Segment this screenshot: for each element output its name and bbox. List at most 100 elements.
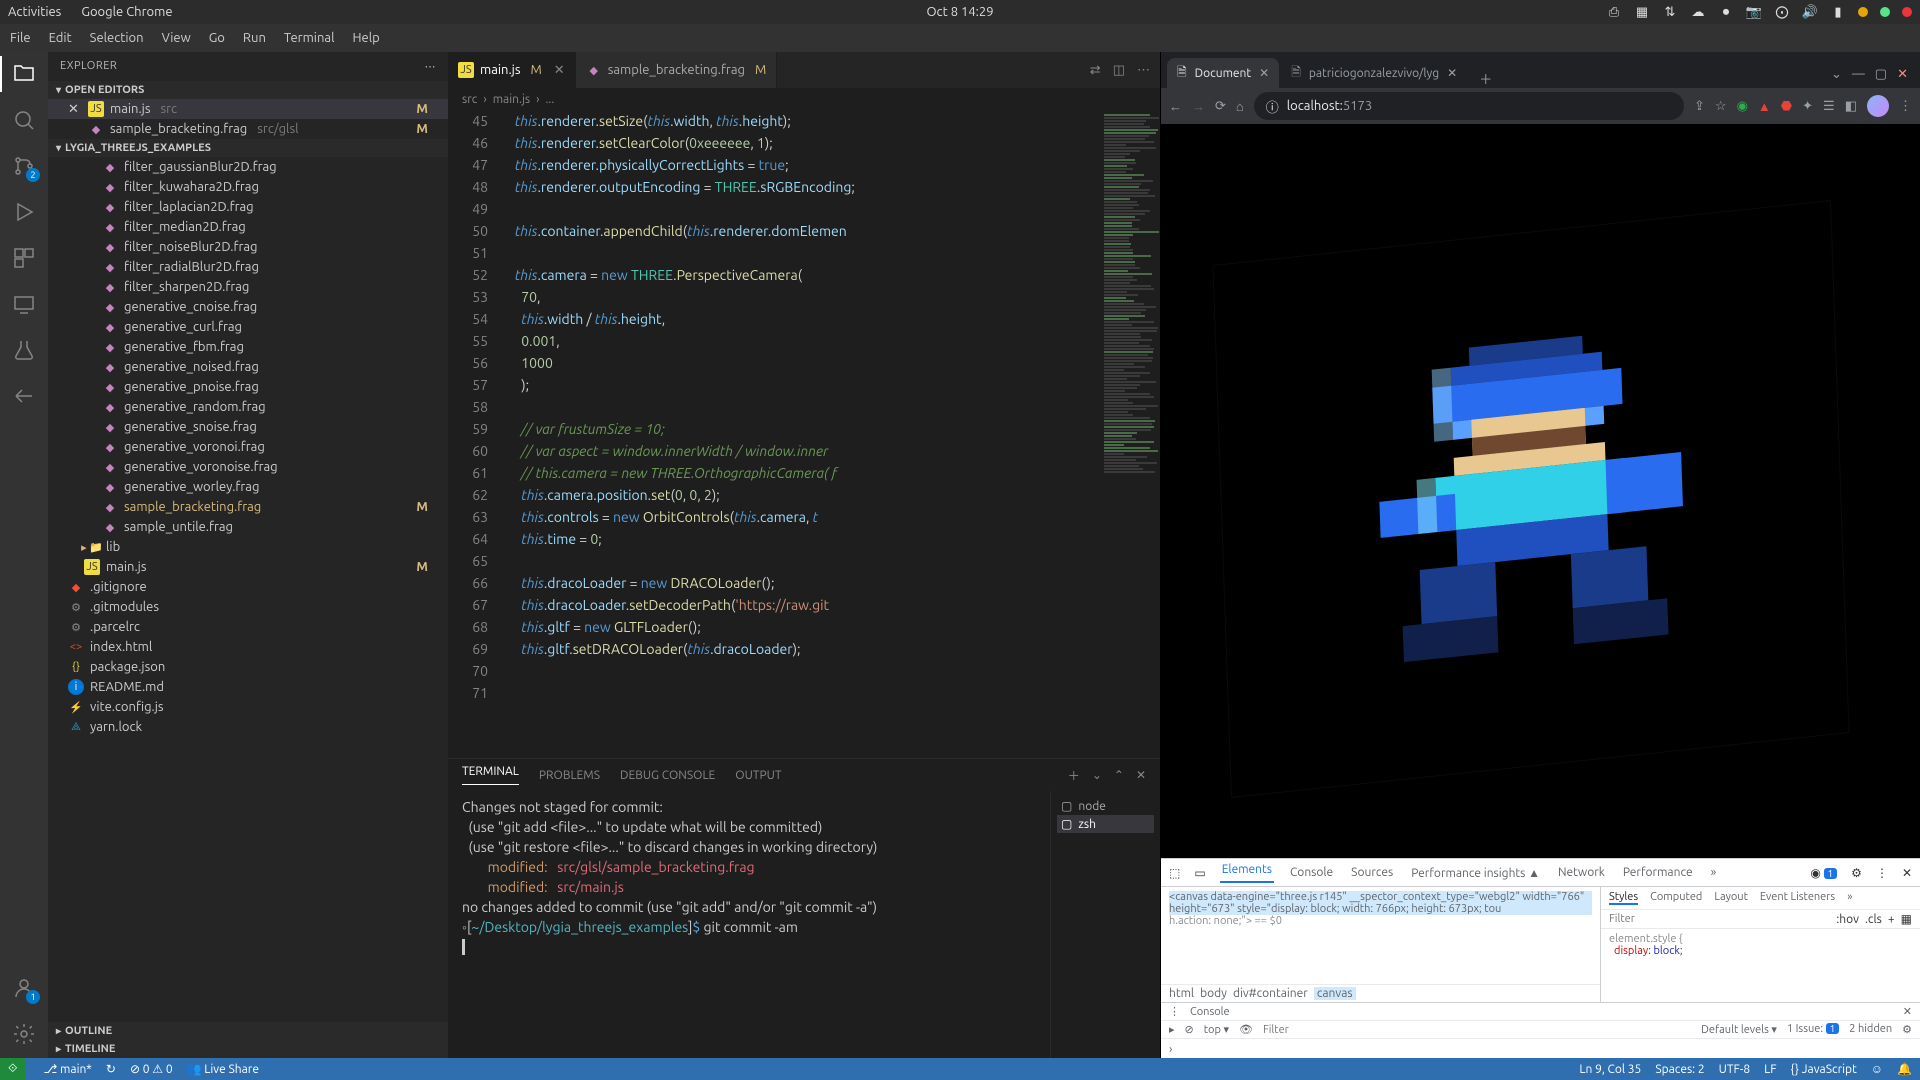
page-viewport[interactable]	[1161, 124, 1920, 858]
tray-icon[interactable]: ▦	[1634, 4, 1650, 20]
console-context[interactable]: top ▾	[1204, 1023, 1229, 1036]
file-tree-item[interactable]: ◆generative_cnoise.frag	[48, 297, 448, 317]
bookmark-icon[interactable]: ☆	[1715, 99, 1727, 114]
testing-icon[interactable]	[10, 336, 38, 364]
file-tree-item[interactable]: ▸ 📁lib	[48, 537, 448, 557]
devtools-tab[interactable]: Console	[1288, 866, 1335, 879]
reading-list-icon[interactable]: ☰	[1823, 99, 1835, 114]
console-close-icon[interactable]: ✕	[1903, 1005, 1912, 1018]
file-tree-item[interactable]: ◆generative_fbm.frag	[48, 337, 448, 357]
log-levels[interactable]: Default levels ▾	[1701, 1023, 1777, 1036]
dom-crumb[interactable]: body	[1200, 987, 1227, 1000]
language-mode[interactable]: {} JavaScript	[1791, 1063, 1857, 1076]
forward-button[interactable]: →	[1192, 99, 1205, 114]
file-tree-item[interactable]: ◆generative_curl.frag	[48, 317, 448, 337]
profile-avatar[interactable]	[1867, 95, 1889, 117]
breadcrumb-segment[interactable]: src	[462, 93, 477, 106]
sync-icon[interactable]: ↻	[106, 1062, 116, 1076]
menu-help[interactable]: Help	[352, 31, 379, 45]
styles-tab[interactable]: Computed	[1650, 891, 1702, 905]
window-close-icon[interactable]	[1902, 7, 1912, 17]
close-tab-icon[interactable]: ✕	[554, 63, 565, 78]
tray-icon[interactable]: ⎙	[1606, 4, 1622, 20]
remote-icon[interactable]	[10, 290, 38, 318]
file-tree-item[interactable]: ◆generative_pnoise.frag	[48, 377, 448, 397]
extensions-icon[interactable]: ✦	[1802, 99, 1813, 114]
timeline-header[interactable]: ▸TIMELINE	[48, 1040, 448, 1058]
file-tree-item[interactable]: ◆sample_untile.frag	[48, 517, 448, 537]
close-icon[interactable]: ✕	[68, 102, 82, 117]
devtools-tab[interactable]: Network	[1556, 866, 1607, 879]
file-tree-item[interactable]: ◆filter_radialBlur2D.frag	[48, 257, 448, 277]
editor-tab[interactable]: JSmain.jsM✕	[448, 52, 576, 88]
home-button[interactable]: ⌂	[1236, 99, 1244, 114]
tray-icon[interactable]: ⇅	[1662, 4, 1678, 20]
styles-tab[interactable]: Styles	[1609, 891, 1638, 905]
maximize-icon[interactable]: ▢	[1875, 67, 1887, 82]
eol[interactable]: LF	[1764, 1063, 1776, 1076]
new-tab-button[interactable]: ＋	[1469, 69, 1502, 88]
menu-selection[interactable]: Selection	[90, 31, 144, 45]
terminal-list-item[interactable]: ▢ node	[1057, 797, 1154, 815]
file-tree-item[interactable]: ◆filter_sharpen2D.frag	[48, 277, 448, 297]
liveshare-icon[interactable]	[10, 382, 38, 410]
file-tree-item[interactable]: ◆generative_snoise.frag	[48, 417, 448, 437]
file-tree-item[interactable]: ◆generative_worley.frag	[48, 477, 448, 497]
share-icon[interactable]: ⇪	[1694, 99, 1705, 114]
camera-icon[interactable]: 📷	[1746, 4, 1762, 20]
styles-tab[interactable]: Event Listeners	[1760, 891, 1835, 905]
devtools-more-icon[interactable]: ⋮	[1876, 866, 1888, 880]
close-icon[interactable]: ✕	[1897, 67, 1908, 82]
terminal-output[interactable]: Changes not staged for commit: (use "git…	[448, 791, 1050, 1058]
more-icon[interactable]: ⋯	[425, 60, 437, 73]
ext-icon[interactable]: ▲	[1758, 99, 1771, 114]
cursor-position[interactable]: Ln 9, Col 35	[1579, 1063, 1641, 1076]
file-tree-item[interactable]: ⟁yarn.lock	[48, 717, 448, 737]
console-eye-icon[interactable]: 👁	[1239, 1023, 1253, 1036]
notifications-icon[interactable]: 🔔	[1897, 1062, 1912, 1076]
styles-filter-input[interactable]	[1609, 913, 1830, 925]
menu-edit[interactable]: Edit	[49, 31, 72, 45]
styles-overflow[interactable]: »	[1847, 891, 1852, 905]
file-tree-item[interactable]: ◆generative_voronoi.frag	[48, 437, 448, 457]
search-icon[interactable]	[10, 106, 38, 134]
file-tree-item[interactable]: ◆filter_median2D.frag	[48, 217, 448, 237]
close-panel-icon[interactable]: ✕	[1136, 768, 1146, 782]
cls-toggle[interactable]: .cls	[1865, 913, 1882, 926]
chrome-menu-icon[interactable]: ⋮	[1899, 99, 1912, 114]
style-rule[interactable]: element.style { display: block;	[1601, 929, 1920, 961]
file-tree-item[interactable]: ⚡vite.config.js	[48, 697, 448, 717]
browser-tab[interactable]: 🗎Document✕	[1167, 58, 1279, 88]
wifi-icon[interactable]: ⨀	[1774, 4, 1790, 20]
more-icon[interactable]: ⋯	[1137, 63, 1150, 78]
file-tree-item[interactable]: ◆sample_bracketing.fragM	[48, 497, 448, 517]
source-control-icon[interactable]: 2	[10, 152, 38, 180]
compare-icon[interactable]: ⇄	[1090, 63, 1101, 78]
panel-tab[interactable]: PROBLEMS	[539, 769, 600, 782]
system-tray[interactable]: ⎙ ▦ ⇅ ☁ ⏺ 📷 ⨀ 🔊 ▮	[1606, 4, 1912, 20]
new-terminal-icon[interactable]: ＋	[1068, 767, 1080, 784]
app-menu[interactable]: Google Chrome	[81, 5, 172, 19]
console-tab[interactable]: Console	[1190, 1006, 1230, 1018]
devtools-close-icon[interactable]: ✕	[1902, 866, 1912, 880]
maximize-panel-icon[interactable]: ⌃	[1114, 768, 1124, 782]
encoding[interactable]: UTF-8	[1719, 1063, 1750, 1076]
file-tree-item[interactable]: ◆generative_random.frag	[48, 397, 448, 417]
menu-run[interactable]: Run	[243, 31, 266, 45]
panel-tab[interactable]: OUTPUT	[735, 769, 781, 782]
dom-crumb[interactable]: div#container	[1233, 987, 1308, 1000]
open-editor-item[interactable]: ◆sample_bracketing.fragsrc/glslM	[48, 119, 448, 139]
terminal-list[interactable]: ▢ node▢ zsh	[1050, 791, 1160, 1058]
tray-icon[interactable]: ⏺	[1718, 4, 1734, 20]
dom-crumb[interactable]: html	[1169, 987, 1194, 1000]
file-tree-item[interactable]: ◆filter_laplacian2D.frag	[48, 197, 448, 217]
styles-tab[interactable]: Layout	[1714, 891, 1748, 905]
sidepanel-icon[interactable]: ◧	[1845, 99, 1857, 114]
editor-tab[interactable]: ◆sample_bracketing.fragM	[576, 52, 778, 88]
address-bar[interactable]: ⓘ localhost:5173	[1254, 92, 1684, 120]
remote-indicator[interactable]: ⟐	[0, 1058, 25, 1080]
settings-gear-icon[interactable]	[10, 1020, 38, 1048]
menu-view[interactable]: View	[162, 31, 191, 45]
reload-button[interactable]: ⟳	[1215, 99, 1226, 114]
dom-crumb[interactable]: canvas	[1314, 987, 1356, 1000]
